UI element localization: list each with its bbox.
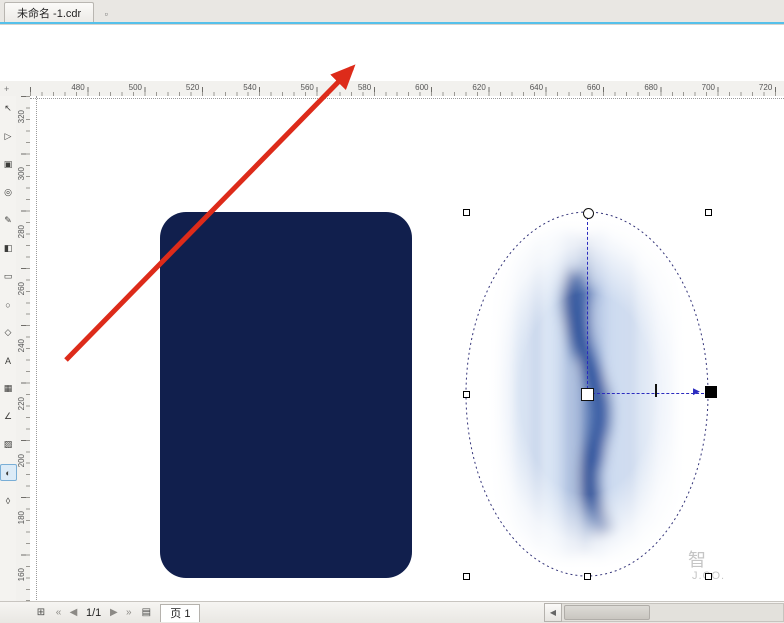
tab-page-icon[interactable]: ▫ xyxy=(98,6,114,22)
coreldraw-window: ▢▤▥⊟ ✂⊞▨ ↶▼↷▼ ✱ ⇥⇤▦▼ 75% ▼ ▫▭▦◉ 贴齐(T) ▼ … xyxy=(0,0,784,623)
interactive-fill-tool[interactable]: ▨ xyxy=(0,436,17,453)
previous-page-button[interactable]: ◀ xyxy=(67,605,80,621)
freehand-tool[interactable]: ✎ xyxy=(0,212,17,229)
add-page-button[interactable]: ⊞ xyxy=(32,604,50,622)
ruler-tick-label: 200 xyxy=(17,453,26,468)
scrollbar-thumb[interactable] xyxy=(564,605,650,620)
selection-handle[interactable] xyxy=(463,391,470,398)
ruler-tick-label: 620 xyxy=(472,83,486,92)
ruler-tick-label: 480 xyxy=(71,83,85,92)
page-boundary-left xyxy=(36,96,37,602)
scrollbar-track[interactable] xyxy=(562,603,784,622)
ruler-tick-label: 680 xyxy=(644,83,658,92)
polygon-tool[interactable]: ◇ xyxy=(0,324,17,341)
watermark-glyph: 智 xyxy=(688,550,706,570)
shape-tool[interactable]: ▷ xyxy=(0,128,17,145)
transparency-midpoint-slider[interactable] xyxy=(655,384,657,397)
navy-rectangle[interactable] xyxy=(160,212,412,578)
dimension-tool[interactable]: ∠ xyxy=(0,408,17,425)
scroll-left-icon[interactable]: ◀ xyxy=(544,603,562,622)
selection-handle[interactable] xyxy=(705,573,712,580)
document-tab-title: 未命名 -1.cdr xyxy=(17,7,82,20)
page-indicator: 1/1 xyxy=(86,606,102,619)
last-page-button[interactable]: » xyxy=(122,605,135,621)
ruler-tick-label: 220 xyxy=(17,396,26,410)
transparency-vector-line-vertical xyxy=(587,217,588,389)
ruler-tick-label: 700 xyxy=(701,83,715,92)
ruler-tick-label: 520 xyxy=(185,83,200,92)
ruler-tick-label: 240 xyxy=(17,339,26,353)
transparency-tool[interactable]: ◐ xyxy=(0,464,17,481)
ruler-tick-label: 560 xyxy=(300,83,314,92)
smart-fill-tool[interactable]: ◧ xyxy=(0,240,17,257)
document-tab[interactable]: 未命名 -1.cdr xyxy=(4,2,95,22)
ruler-tick-label: 600 xyxy=(415,83,429,92)
ruler-tick-label: 280 xyxy=(17,224,26,238)
page-tab-label: 页 1 xyxy=(170,608,191,620)
ruler-tick-label: 180 xyxy=(17,511,26,525)
ruler-tick-label: 660 xyxy=(587,83,601,92)
ruler-tick-label: 720 xyxy=(758,83,773,92)
ruler-tick-label: 160 xyxy=(17,568,26,582)
ellipse-tool[interactable]: ○ xyxy=(0,296,17,313)
ruler-tick-label: 580 xyxy=(357,83,372,92)
ruler-tick-label: 300 xyxy=(17,167,26,181)
ruler-tick-label: 640 xyxy=(529,83,544,92)
horizontal-ruler[interactable]: 480 500 520 540 560 580 600 620 640 660 680 700 720 xyxy=(30,81,784,97)
ruler-tick-label: 260 xyxy=(17,281,26,296)
selection-handle[interactable] xyxy=(705,209,712,216)
crop-tool[interactable]: ▣ xyxy=(0,156,17,173)
eyedropper-tool[interactable]: ◊ xyxy=(0,492,17,509)
ruler-tick-label: 320 xyxy=(17,110,26,124)
selection-handle[interactable] xyxy=(463,209,470,216)
first-page-button[interactable]: « xyxy=(52,605,65,621)
pick-tool[interactable]: ↖ xyxy=(0,100,17,117)
page-boundary-top xyxy=(30,98,784,99)
toolbox: ↖ ▷ ▣ ◎ ✎ ◧ ▭ ○ ◇ A ▦ ∠ ▨ ◐ ◊ xyxy=(0,96,17,602)
status-bar: ⊞ « ◀ 1/1 ▶ » ▤ 页 1 ◀ xyxy=(0,601,784,623)
ruler-tick-label: 500 xyxy=(128,83,142,92)
transparency-end-handle[interactable] xyxy=(705,386,717,398)
transparency-start-handle[interactable] xyxy=(581,388,594,401)
page-tab[interactable]: 页 1 xyxy=(160,603,201,622)
page-menu-icon[interactable]: ▤ xyxy=(137,604,155,622)
selection-handle[interactable] xyxy=(584,573,591,580)
ruler-tick-label: 540 xyxy=(243,83,257,92)
transparency-arrowhead-icon: ▶ xyxy=(693,386,700,396)
text-tool[interactable]: A xyxy=(0,352,17,369)
transparency-edge-handle[interactable] xyxy=(583,208,594,219)
vertical-ruler[interactable]: 320 300 280 260 240 220 200 180 160 xyxy=(16,96,31,602)
next-page-button[interactable]: ▶ xyxy=(107,605,120,621)
zoom-tool[interactable]: ◎ xyxy=(0,184,17,201)
document-tab-bar: 未命名 -1.cdr ▫ xyxy=(0,0,784,24)
table-tool[interactable]: ▦ xyxy=(0,380,17,397)
rectangle-tool[interactable]: ▭ xyxy=(0,268,17,285)
transparency-vector-line xyxy=(592,393,704,394)
horizontal-scrollbar[interactable]: ◀ xyxy=(544,603,784,622)
drawing-canvas[interactable]: ▶ 智 J.CO. xyxy=(30,96,784,602)
ruler-origin[interactable]: + xyxy=(0,81,34,97)
selection-handle[interactable] xyxy=(463,573,470,580)
